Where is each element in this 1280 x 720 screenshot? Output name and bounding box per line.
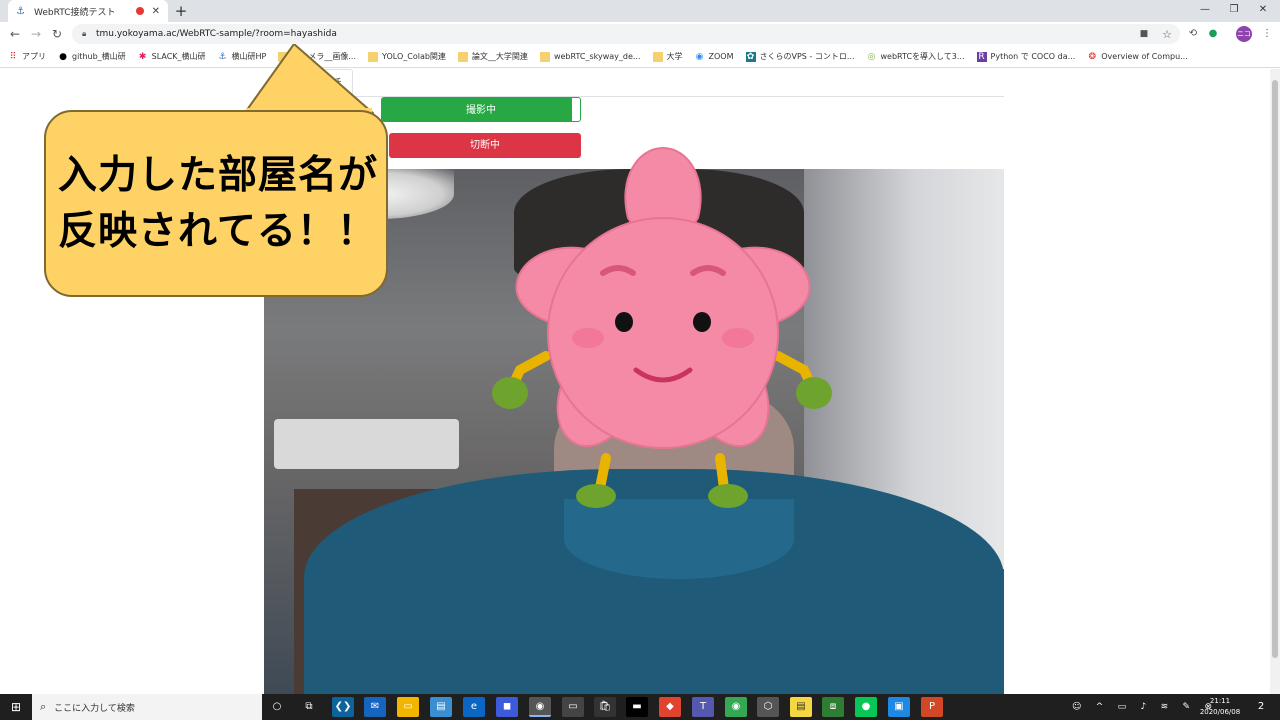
url-text: tmu.yokoyama.ac/WebRTC-sample/?room=haya… — [96, 29, 337, 39]
bookmark-item[interactable]: ✱ SLACK_横山研 — [138, 51, 206, 62]
close-window-button[interactable]: ✕ — [1252, 2, 1274, 18]
file-explorer-icon[interactable]: ▭ — [397, 697, 419, 717]
recording-indicator-icon — [135, 7, 144, 15]
close-tab-icon[interactable]: ✕ — [152, 6, 160, 17]
taskbar-clock[interactable]: 21:11 2020/06/08 — [1196, 696, 1244, 718]
scrollbar-thumb[interactable] — [1272, 80, 1278, 658]
taskbar-search-box[interactable]: ⌕ ここに入力して検索 — [32, 694, 262, 720]
callout-text: 入力した部屋名が 反映されてる！！ — [58, 148, 388, 260]
sakura-character-sticker — [492, 146, 832, 508]
capture-button-label: 撮影中 — [466, 105, 496, 116]
menu-icon[interactable]: ⋮ — [1260, 27, 1274, 41]
task-view-icon[interactable]: ⧉ — [298, 697, 320, 717]
volume-icon[interactable]: ♪ — [1141, 702, 1147, 712]
network-tool-icon[interactable]: ⧈ — [822, 697, 844, 717]
bookmark-item[interactable]: ⠿ アプリ — [8, 51, 46, 62]
windows-start-icon[interactable]: ⊞ — [0, 694, 32, 720]
webrtc-icon: ◎ — [867, 51, 876, 62]
anchor-icon: ⚓ — [218, 51, 227, 62]
cortana-icon[interactable]: ○ — [266, 697, 288, 717]
history-icon[interactable]: ⟲ — [1186, 27, 1200, 41]
new-tab-button[interactable]: + — [172, 2, 190, 20]
photos-icon[interactable]: ▣ — [888, 697, 910, 717]
bookmark-item[interactable]: ◉ ZOOM — [695, 52, 734, 62]
pen-icon[interactable]: ✎ — [1183, 702, 1191, 712]
back-arrow-icon[interactable]: ← — [6, 25, 24, 43]
forward-arrow-icon[interactable]: → — [27, 25, 45, 43]
address-bar[interactable]: 🔒︎ tmu.yokoyama.ac/WebRTC-sample/?room=h… — [72, 24, 1180, 44]
bookmark-item[interactable]: webRTC_skyway_de... — [539, 51, 641, 62]
zoom-icon: ◉ — [695, 51, 704, 62]
bookmarks-bar: ⠿ アプリ ● github_横山研 ✱ SLACK_横山研 ⚓ 横山研HP 次… — [0, 46, 1280, 68]
extension-icon[interactable]: ● — [1206, 27, 1220, 41]
overview-icon: ❂ — [1088, 51, 1097, 62]
battery-icon[interactable]: ▭ — [1118, 702, 1127, 712]
mail-icon[interactable]: ✉ — [364, 697, 386, 717]
teams-icon[interactable]: T — [692, 697, 714, 717]
bookmark-star-icon[interactable]: ☆ — [1162, 28, 1172, 41]
profile-avatar[interactable]: ニコ — [1236, 26, 1252, 42]
person-icon[interactable]: ☺ — [1072, 702, 1081, 712]
terminal-icon[interactable]: ▬ — [626, 697, 648, 717]
search-placeholder: ここに入力して検索 — [54, 703, 135, 714]
restore-button[interactable]: ❐ — [1223, 2, 1245, 18]
virtualbox-icon[interactable]: ⬡ — [757, 697, 779, 717]
vscode-icon[interactable]: ❮❯ — [332, 697, 354, 717]
bookmark-item[interactable]: ◎ webRTCを導入して3... — [867, 51, 965, 62]
anchor-icon: ⚓ — [16, 5, 25, 17]
git-icon[interactable]: ◆ — [659, 697, 681, 717]
bookmark-item[interactable]: R Python で COCO da... — [976, 51, 1075, 62]
callout-line-1: 入力した部屋名が — [58, 153, 379, 198]
capture-button[interactable]: 撮影中 — [381, 97, 581, 122]
store-icon[interactable]: 🛍︎ — [594, 697, 616, 717]
system-tray: ☺ ^ ▭ ♪ ≋ ✎ ⊗ — [1072, 694, 1212, 720]
sticky-notes-icon[interactable]: ▤ — [790, 697, 812, 717]
clock-date: 2020/06/08 — [1199, 708, 1241, 716]
r-icon: R — [976, 51, 987, 62]
bookmark-item[interactable]: ❂ Overview of Compu... — [1087, 51, 1187, 62]
sakura-vps-icon: ✿ — [745, 51, 756, 62]
browser-tab-strip: ⚓ WebRTC接続テスト ✕ + — ❐ ✕ — [0, 0, 1280, 22]
wifi-icon[interactable]: ≋ — [1161, 702, 1169, 712]
browser-tab[interactable]: ⚓ WebRTC接続テスト ✕ — [8, 0, 168, 22]
bookmark-item[interactable]: ● github_横山研 — [58, 51, 126, 62]
callout-line-2: 反映されてる！！ — [58, 209, 377, 254]
folder-icon — [539, 51, 550, 62]
bookmark-item[interactable]: 大学 — [652, 51, 683, 62]
folder-icon — [457, 51, 468, 62]
callout-tail — [242, 44, 374, 114]
chrome-icon[interactable]: ◉ — [529, 697, 551, 717]
slack-icon: ✱ — [138, 51, 147, 62]
edge-icon[interactable]: e — [463, 697, 485, 717]
reload-icon[interactable]: ↻ — [48, 25, 66, 43]
remote-icon[interactable]: ◼ — [496, 697, 518, 717]
camera-in-use-icon[interactable]: ■ — [1140, 29, 1149, 39]
page-tab-nav: 通話 — [264, 69, 1004, 97]
notification-center-icon[interactable]: 2 — [1252, 698, 1270, 716]
notepad-icon[interactable]: ▤ — [430, 697, 452, 717]
github-icon: ● — [59, 51, 67, 62]
bookmark-item[interactable]: 論文__大学関連 — [457, 51, 528, 62]
apps-icon: ⠿ — [9, 51, 17, 62]
chevron-up-icon[interactable]: ^ — [1096, 702, 1104, 712]
notification-count: 2 — [1257, 701, 1265, 712]
bookmark-item[interactable]: ✿ さくらのVPS - コントロ... — [745, 51, 855, 62]
window-icon[interactable]: ▭ — [562, 697, 584, 717]
clock-time: 21:11 — [1209, 697, 1231, 705]
search-icon: ⌕ — [40, 700, 47, 713]
bookmark-item[interactable]: YOLO_Colab関連 — [368, 51, 446, 62]
folder-icon — [652, 51, 663, 62]
powerpoint-icon[interactable]: P — [921, 697, 943, 717]
minimize-button[interactable]: — — [1194, 2, 1216, 18]
line-icon[interactable]: ● — [855, 697, 877, 717]
windows-taskbar: ⊞ ⌕ ここに入力して検索 ○ ⧉ ❮❯ ✉ ▭ ▤ e ◼ ◉ ▭ 🛍︎ ▬ … — [0, 694, 1280, 720]
tab-title: WebRTC接続テスト — [34, 7, 116, 18]
lock-icon: 🔒︎ — [82, 29, 87, 38]
chrome-alt-icon[interactable]: ◉ — [725, 697, 747, 717]
browser-toolbar: ← → ↻ 🔒︎ tmu.yokoyama.ac/WebRTC-sample/?… — [0, 22, 1280, 46]
